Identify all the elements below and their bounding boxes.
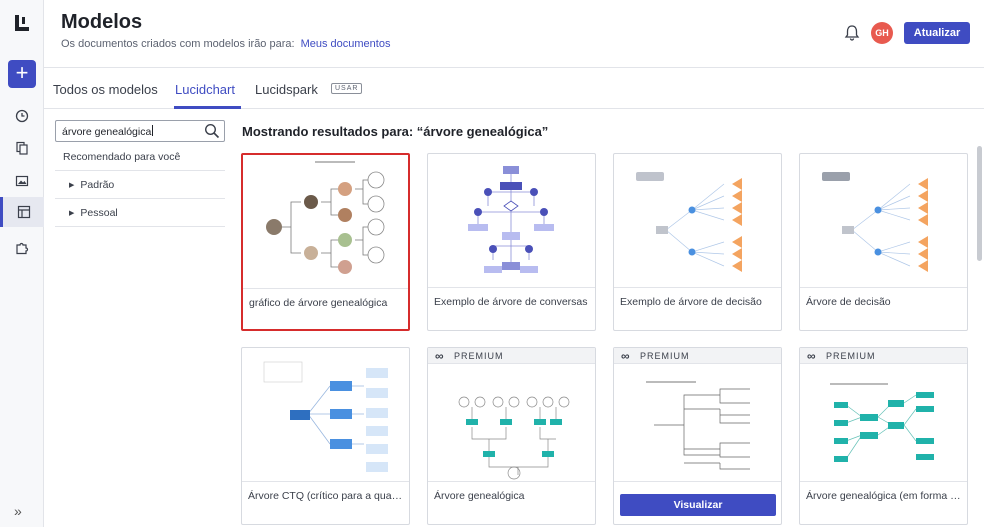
template-title: Exemplo de árvore de conversas <box>434 296 588 308</box>
template-thumbnail <box>428 154 595 288</box>
template-title: Árvore CTQ (crítico para a qualidade) <box>248 490 404 502</box>
notifications-bell-icon[interactable] <box>842 23 862 43</box>
results-heading: Mostrando resultados para: “árvore genea… <box>242 124 549 139</box>
template-title: Exemplo de árvore de decisão <box>620 296 762 308</box>
tab-all-templates[interactable]: Todos os modelos <box>53 82 158 97</box>
premium-infinity-icon: ∞ <box>435 349 444 363</box>
expand-rail-icon[interactable]: » <box>14 503 22 519</box>
template-card[interactable]: Árvore CTQ (crítico para a qualidade) <box>241 347 410 525</box>
page-subtitle: Os documentos criados com modelos irão p… <box>61 38 390 50</box>
template-card[interactable]: Exemplo de árvore de conversas <box>427 153 596 331</box>
page-header: Modelos Os documentos criados com modelo… <box>44 0 984 68</box>
category-standard[interactable]: ▶ Padrão <box>55 171 225 199</box>
subtitle-text: Os documentos criados com modelos irão p… <box>61 38 295 50</box>
template-thumbnail <box>243 155 408 289</box>
templates-icon[interactable] <box>0 197 44 227</box>
template-card[interactable]: Árvore de decisão <box>799 153 968 331</box>
template-card[interactable]: ∞ PREMIUM Árvore genealógica <box>427 347 596 525</box>
template-thumbnail <box>800 365 967 482</box>
tab-lucidspark[interactable]: Lucidspark <box>255 82 318 97</box>
template-title: Árvore genealógica <box>434 490 525 502</box>
use-badge: USAR <box>331 83 363 94</box>
left-rail: + » <box>0 0 44 527</box>
template-thumbnail <box>242 348 409 482</box>
page-title: Modelos <box>61 11 143 33</box>
documents-icon[interactable] <box>10 136 34 160</box>
template-thumbnail <box>614 365 781 482</box>
tab-lucidchart[interactable]: Lucidchart <box>175 82 235 97</box>
template-thumbnail <box>614 154 781 288</box>
user-avatar[interactable]: GH <box>871 22 893 44</box>
template-card[interactable]: Exemplo de árvore de decisão <box>613 153 782 331</box>
create-button[interactable]: + <box>8 60 36 88</box>
integrations-puzzle-icon[interactable] <box>10 236 34 260</box>
preview-button[interactable]: Visualizar <box>620 494 776 516</box>
premium-badge: ∞ PREMIUM <box>800 348 967 364</box>
search-value: árvore genealógica <box>62 125 154 138</box>
template-title: Árvore de decisão <box>806 296 891 308</box>
template-card[interactable]: ∞ PREMIUM Árvore genealógica (em forma de… <box>799 347 968 525</box>
results-scrollbar[interactable] <box>977 146 982 261</box>
caret-right-icon: ▶ <box>69 182 75 189</box>
template-tabs: Todos os modelos Lucidchart Lucidspark U… <box>44 69 984 109</box>
premium-badge: ∞ PREMIUM <box>614 348 781 364</box>
update-button[interactable]: Atualizar <box>904 22 970 44</box>
active-tab-indicator <box>174 106 241 109</box>
premium-badge: ∞ PREMIUM <box>428 348 595 364</box>
template-title: Árvore genealógica (em forma de diagrama… <box>806 490 962 502</box>
my-documents-link[interactable]: Meus documentos <box>301 38 391 50</box>
caret-right-icon: ▶ <box>69 210 75 217</box>
recommended-filter[interactable]: Recomendado para você <box>55 151 225 171</box>
template-title: gráfico de árvore genealógica <box>249 297 388 309</box>
premium-infinity-icon: ∞ <box>807 349 816 363</box>
template-thumbnail <box>428 365 595 482</box>
images-icon[interactable] <box>10 169 34 193</box>
recent-icon[interactable] <box>10 104 34 128</box>
search-input[interactable]: árvore genealógica <box>55 120 225 142</box>
template-card[interactable]: gráfico de árvore genealógica <box>241 153 410 331</box>
lucid-logo[interactable] <box>13 13 31 33</box>
category-personal[interactable]: ▶ Pessoal <box>55 199 225 227</box>
search-icon[interactable] <box>204 123 220 139</box>
template-card[interactable]: ∞ PREMIUM Visualizar <box>613 347 782 525</box>
filter-panel: árvore genealógica Recomendado para você… <box>55 120 225 227</box>
premium-infinity-icon: ∞ <box>621 349 630 363</box>
template-thumbnail <box>800 154 967 288</box>
